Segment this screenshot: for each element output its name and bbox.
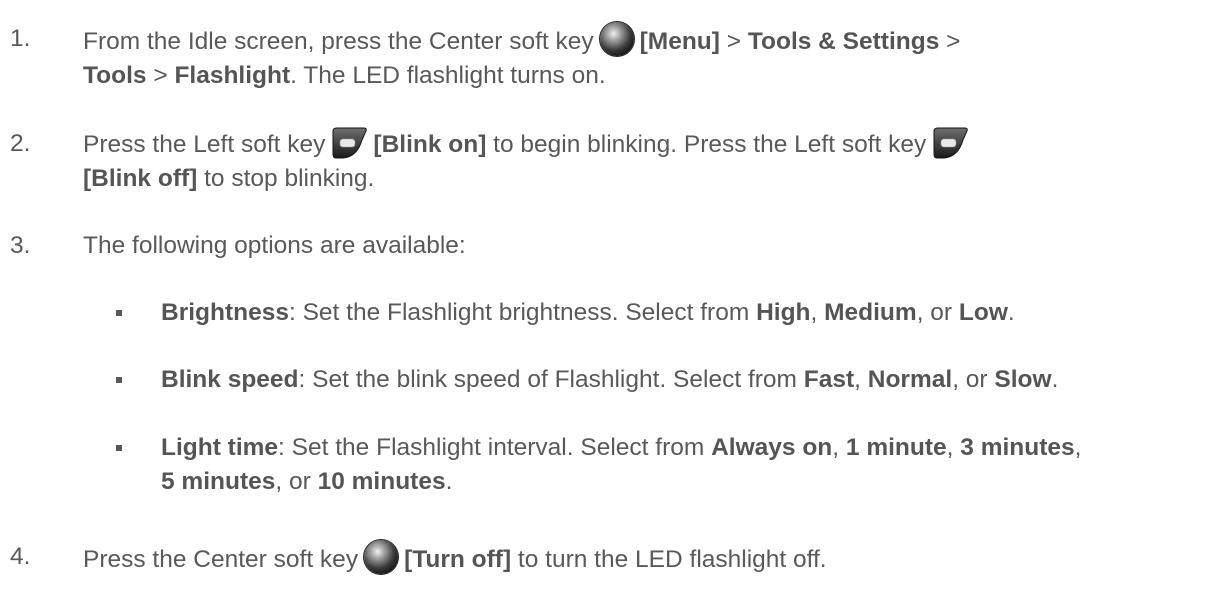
option-name: Light time	[161, 434, 279, 461]
option-value: 10 minutes	[317, 468, 446, 495]
left-soft-key-icon	[332, 127, 368, 159]
step-text: From the Idle screen, press the Center s…	[83, 22, 1203, 93]
option-value: Fast	[803, 366, 855, 393]
option-description: : Set the blink speed of Flashlight. Sel…	[298, 366, 804, 393]
option-description: : Set the Flashlight brightness. Select …	[288, 299, 757, 326]
step-number: 2.	[10, 130, 31, 157]
step-number: 4.	[10, 543, 31, 570]
option-value: Slow	[994, 366, 1052, 393]
option-description: : Set the Flashlight interval. Select fr…	[278, 434, 712, 461]
option-value: Always on	[711, 434, 833, 461]
separator: ,	[810, 299, 825, 326]
bullet-text: Blink speed: Set the blink speed of Flas…	[161, 363, 1211, 397]
step-1-text-part: From the Idle screen, press the Center s…	[83, 28, 594, 55]
separator: .	[445, 468, 453, 495]
separator: ,	[1074, 434, 1082, 461]
center-soft-key-icon	[599, 22, 634, 56]
separator: .	[1051, 366, 1059, 393]
separator: ,	[854, 366, 868, 393]
step-text: Press the Left soft key [Blink on] to beg…	[83, 127, 1203, 196]
step-number: 1.	[10, 25, 31, 52]
turn-off-label: [Turn off]	[404, 546, 512, 573]
separator: , or	[952, 366, 995, 393]
flashlight-label: Flashlight	[174, 62, 291, 89]
option-value: Low	[958, 299, 1008, 326]
step-1-text-part: . The LED flashlight turns on.	[290, 62, 606, 89]
bullet-marker	[116, 445, 122, 451]
instructions-document: 1. From the Idle screen, press the Cente…	[0, 0, 1219, 608]
step-4-text-part: to turn the LED flashlight off.	[511, 546, 827, 573]
step-2-text-part: to stop blinking.	[197, 165, 375, 192]
separator: .	[1007, 299, 1015, 326]
option-value: 1 minute	[845, 434, 947, 461]
option-name: Blink speed	[161, 366, 299, 393]
step-text: Press the Center soft key [Turn off] to t…	[83, 540, 1203, 577]
option-value: Normal	[867, 366, 953, 393]
bullet-marker	[116, 377, 122, 383]
step-number: 3.	[10, 232, 31, 259]
option-value: High	[756, 299, 811, 326]
option-value: 5 minutes	[161, 468, 276, 495]
tools-label: Tools	[83, 62, 147, 89]
menu-key-label: [Menu]	[639, 28, 720, 55]
blink-off-label: [Blink off]	[83, 165, 198, 192]
option-value: Medium	[824, 299, 917, 326]
bullet-text: Brightness: Set the Flashlight brightnes…	[161, 296, 1211, 330]
step-2-text-part: to begin blinking. Press the Left soft k…	[486, 131, 927, 158]
option-name: Brightness	[161, 299, 289, 326]
bullet-text: Light time: Set the Flashlight interval.…	[161, 431, 1211, 499]
separator: ,	[946, 434, 961, 461]
left-soft-key-icon	[933, 127, 969, 159]
separator: , or	[916, 299, 959, 326]
step-2-text-part: Press the Left soft key	[83, 131, 326, 158]
separator: >	[719, 28, 748, 55]
separator: ,	[832, 434, 846, 461]
bullet-marker	[116, 310, 122, 316]
blink-on-label: [Blink on]	[373, 131, 487, 158]
center-soft-key-icon	[364, 540, 399, 574]
separator: >	[146, 62, 175, 89]
step-text: The following options are available:	[83, 232, 466, 259]
separator: , or	[275, 468, 318, 495]
tools-settings-label: Tools & Settings	[747, 28, 940, 55]
separator: >	[939, 28, 961, 55]
option-value: 3 minutes	[960, 434, 1075, 461]
step-4-text-part: Press the Center soft key	[83, 546, 359, 573]
